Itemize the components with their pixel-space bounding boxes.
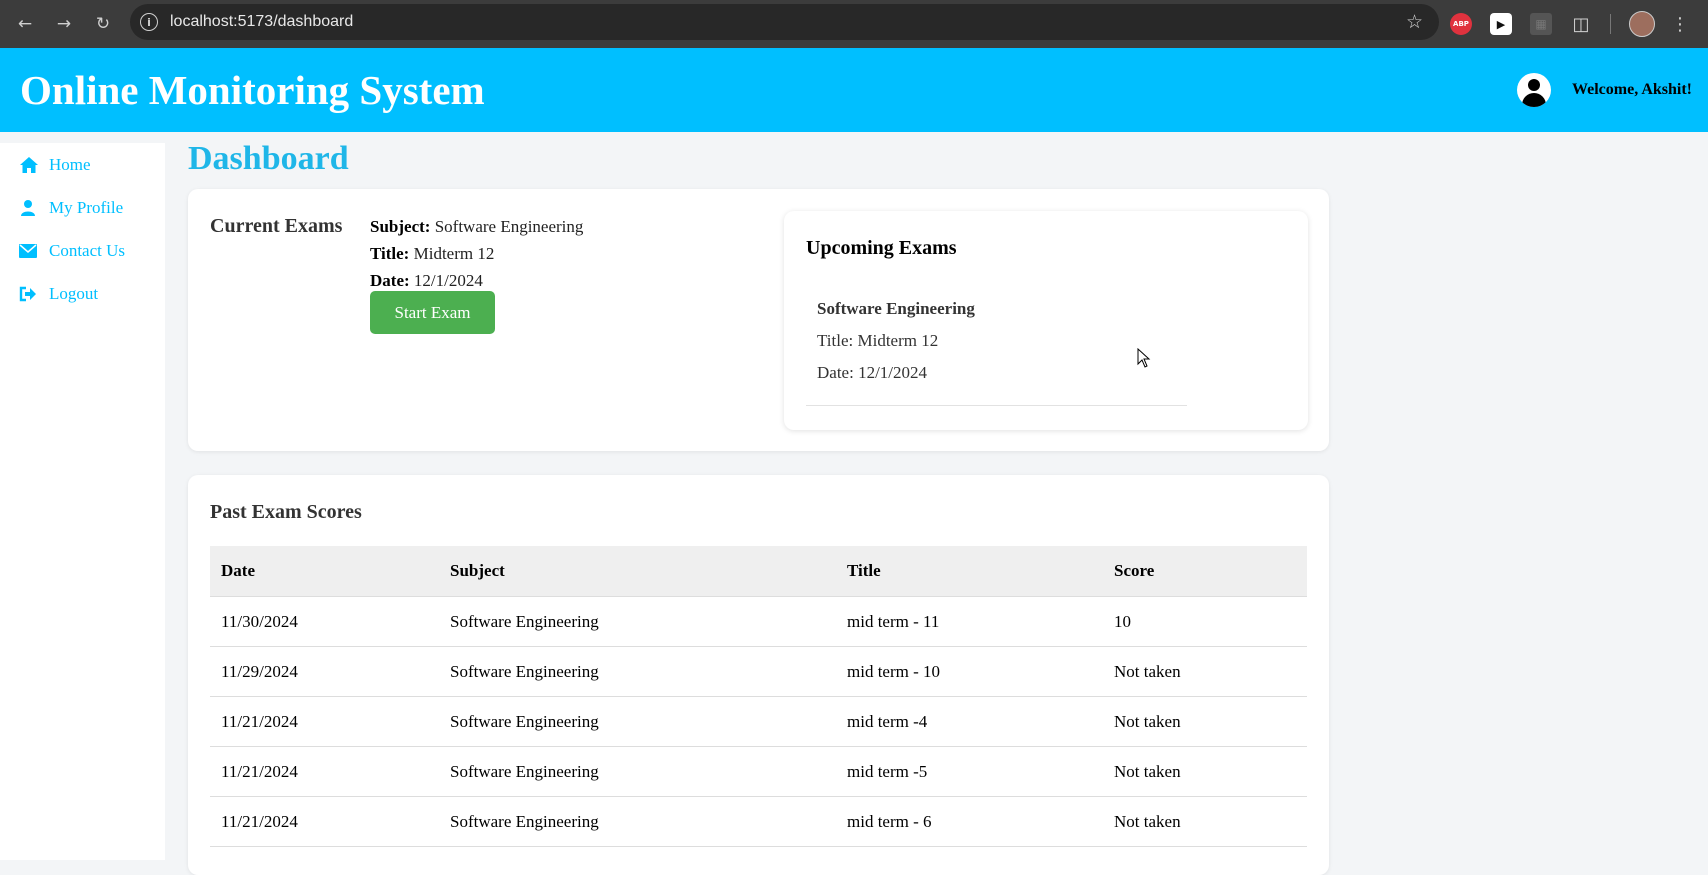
sidebar: Home My Profile Contact Us Logout — [0, 143, 165, 860]
envelope-icon — [19, 243, 43, 258]
browser-toolbar: ← → ↻ i localhost:5173/dashboard ☆ ABP ▶… — [0, 0, 1708, 48]
cell-subject: Software Engineering — [439, 796, 836, 847]
play-extension-icon[interactable]: ▶ — [1490, 13, 1512, 35]
back-arrow-icon[interactable]: ← — [11, 10, 39, 38]
table-row: 11/21/2024 Software Engineering mid term… — [210, 746, 1307, 797]
upcoming-title: Title: Midterm 12 — [817, 331, 939, 350]
start-exam-button[interactable]: Start Exam — [370, 291, 495, 334]
sidebar-item-label: Logout — [49, 283, 99, 303]
app-title: Online Monitoring System — [20, 67, 485, 113]
sidebar-item-my-profile[interactable]: My Profile — [0, 186, 165, 229]
scores-table: Date Subject Title Score 11/30/2024 Soft… — [210, 546, 1307, 847]
table-row: 11/30/2024 Software Engineering mid term… — [210, 596, 1307, 647]
upcoming-date: Date: 12/1/2024 — [817, 363, 928, 382]
cell-date: 11/21/2024 — [210, 696, 439, 747]
cell-score: 10 — [1103, 596, 1307, 647]
upcoming-exams-heading: Upcoming Exams — [806, 237, 957, 259]
app-header: Online Monitoring System Welcome, Akshit… — [0, 48, 1708, 132]
cell-subject: Software Engineering — [439, 696, 836, 747]
exam-title-row: Title: Midterm 12 — [370, 240, 583, 267]
cell-score: Not taken — [1103, 646, 1307, 697]
home-icon — [19, 156, 43, 174]
cell-title: mid term - 10 — [836, 646, 1103, 697]
table-row: 11/21/2024 Software Engineering mid term… — [210, 796, 1307, 847]
page-title: Dashboard — [188, 140, 349, 177]
exam-subject-row: Subject: Software Engineering — [370, 213, 583, 240]
table-row: 11/21/2024 Software Engineering mid term… — [210, 696, 1307, 747]
cell-title: mid term - 11 — [836, 596, 1103, 647]
puzzle-icon[interactable]: ◫ — [1570, 13, 1592, 35]
past-exam-scores-card: Past Exam Scores Date Subject Title Scor… — [188, 475, 1329, 875]
reload-icon[interactable]: ↻ — [89, 10, 117, 38]
sidebar-item-label: Home — [49, 154, 91, 174]
cell-subject: Software Engineering — [439, 646, 836, 697]
exam-date-row: Date: 12/1/2024 — [370, 267, 583, 294]
welcome-text: Welcome, Akshit! — [1572, 81, 1692, 98]
cell-title: mid term -4 — [836, 696, 1103, 747]
cell-title: mid term - 6 — [836, 796, 1103, 847]
adblock-icon[interactable]: ABP — [1450, 13, 1472, 35]
user-avatar-icon[interactable] — [1517, 73, 1551, 107]
cell-subject: Software Engineering — [439, 596, 836, 647]
sidebar-item-contact-us[interactable]: Contact Us — [0, 229, 165, 272]
cell-title: mid term -5 — [836, 746, 1103, 797]
cell-date: 11/30/2024 — [210, 596, 439, 647]
cell-date: 11/21/2024 — [210, 796, 439, 847]
mouse-cursor-icon — [1137, 348, 1151, 368]
sidebar-item-home[interactable]: Home — [0, 143, 165, 186]
user-area: Welcome, Akshit! — [1517, 48, 1692, 132]
info-icon[interactable]: i — [140, 13, 158, 31]
past-exam-scores-heading: Past Exam Scores — [210, 501, 362, 523]
list-item: Software Engineering Title: Midterm 12 D… — [806, 293, 1187, 406]
title-label: Title: — [370, 244, 410, 263]
upcoming-exams-card: Upcoming Exams Software Engineering Titl… — [784, 211, 1308, 430]
star-icon[interactable]: ☆ — [1406, 11, 1423, 33]
extensions-area: ABP ▶ ▦ ◫ ⋮ — [1450, 8, 1689, 40]
column-header-title: Title — [836, 546, 1103, 597]
column-header-date: Date — [210, 546, 439, 597]
date-value: 12/1/2024 — [413, 271, 483, 290]
subject-value: Software Engineering — [434, 217, 584, 236]
address-bar[interactable]: i localhost:5173/dashboard ☆ — [130, 4, 1439, 40]
cell-date: 11/29/2024 — [210, 646, 439, 697]
kebab-menu-icon[interactable]: ⋮ — [1671, 14, 1689, 35]
title-value: Midterm 12 — [413, 244, 495, 263]
cell-score: Not taken — [1103, 696, 1307, 747]
url-text[interactable]: localhost:5173/dashboard — [170, 13, 353, 31]
cell-date: 11/21/2024 — [210, 746, 439, 797]
date-label: Date: — [370, 271, 410, 290]
sidebar-item-logout[interactable]: Logout — [0, 272, 165, 315]
forward-arrow-icon[interactable]: → — [50, 10, 78, 38]
subject-label: Subject: — [370, 217, 431, 236]
sidebar-item-label: Contact Us — [49, 240, 126, 260]
extension-icon[interactable]: ▦ — [1530, 13, 1552, 35]
profile-avatar[interactable] — [1629, 11, 1655, 37]
sidebar-item-label: My Profile — [49, 197, 124, 217]
current-exams-card: Current Exams Subject: Software Engineer… — [188, 189, 1329, 451]
user-icon — [19, 199, 43, 217]
table-row: 11/29/2024 Software Engineering mid term… — [210, 646, 1307, 697]
upcoming-subject: Software Engineering — [817, 299, 975, 318]
toolbar-divider — [1610, 14, 1611, 34]
table-header-row: Date Subject Title Score — [210, 546, 1307, 597]
sign-out-icon — [19, 286, 43, 302]
current-exams-heading: Current Exams — [210, 215, 343, 237]
cell-score: Not taken — [1103, 796, 1307, 847]
current-exam-details: Subject: Software Engineering Title: Mid… — [370, 213, 583, 294]
column-header-score: Score — [1103, 546, 1307, 597]
cell-subject: Software Engineering — [439, 746, 836, 797]
cell-score: Not taken — [1103, 746, 1307, 797]
column-header-subject: Subject — [439, 546, 836, 597]
